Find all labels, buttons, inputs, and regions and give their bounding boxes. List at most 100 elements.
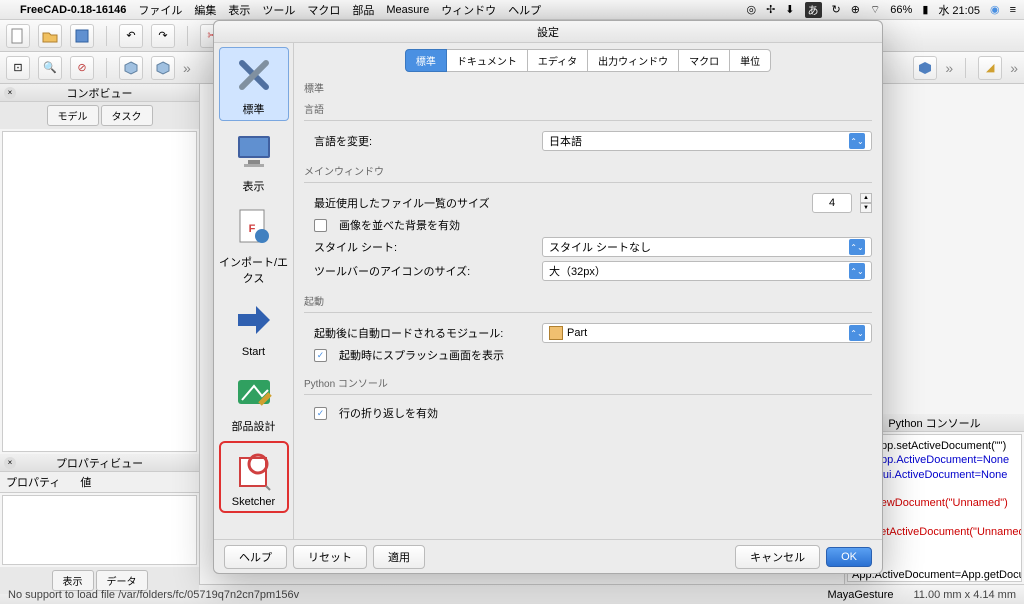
language-select[interactable]: 日本語⌃⌄ <box>542 131 872 151</box>
status-icon[interactable]: ✢ <box>766 3 775 16</box>
category-import[interactable]: Fインポート/エクス <box>219 201 289 289</box>
left-panel: × コンボビュー モデル タスク × プロパティビュー プロパティ値 表示 デー… <box>0 84 200 584</box>
reset-button[interactable]: リセット <box>293 545 367 569</box>
category-sketcher[interactable]: Sketcher <box>219 441 289 513</box>
preferences-dialog: 設定 標準表示Fインポート/エクスStart部品設計Sketcher 標準ドキュ… <box>213 20 883 574</box>
new-doc-button[interactable] <box>6 24 30 48</box>
iconsize-select[interactable]: 大（32px）⌃⌄ <box>542 261 872 281</box>
tools-icon <box>230 51 278 99</box>
property-grid[interactable] <box>2 495 197 565</box>
battery-icon[interactable]: ▮ <box>922 3 928 16</box>
menu-part[interactable]: 部品 <box>352 2 374 18</box>
import-icon: F <box>230 204 278 252</box>
user-icon[interactable]: ◉ <box>990 3 1000 16</box>
sync-icon[interactable]: ↻ <box>832 3 841 16</box>
iconsize-label: ツールバーのアイコンのサイズ: <box>314 263 534 279</box>
arrow-icon <box>230 296 278 344</box>
menu-edit[interactable]: 編集 <box>194 2 216 18</box>
stylesheet-select[interactable]: スタイル シートなし⌃⌄ <box>542 237 872 257</box>
redo-button[interactable]: ↷ <box>151 24 175 48</box>
nav-style[interactable]: MayaGesture <box>827 589 893 601</box>
save-button[interactable] <box>70 24 94 48</box>
splash-checkbox[interactable] <box>314 349 327 362</box>
property-view-title: × プロパティビュー <box>0 454 199 472</box>
style-label: スタイル シート: <box>314 239 534 255</box>
cancel-button[interactable]: キャンセル <box>735 545 820 569</box>
measure-button[interactable]: ◢ <box>978 56 1002 80</box>
group-python: Python コンソール <box>304 375 872 390</box>
recent-stepper[interactable]: ▲▼ <box>860 193 872 213</box>
monitor-icon <box>230 128 278 176</box>
sketcher-icon <box>230 446 278 494</box>
menu-window[interactable]: ウィンドウ <box>441 2 496 18</box>
combo-view-title: × コンボビュー <box>0 84 199 102</box>
partdesign-icon <box>230 368 278 416</box>
wifi-icon[interactable]: ⌔ <box>870 3 880 17</box>
front-view-button[interactable] <box>151 56 175 80</box>
notif-icon[interactable]: ≡ <box>1010 4 1016 16</box>
recent-label: 最近使用したファイル一覧のサイズ <box>314 195 534 211</box>
group-language: 言語 <box>304 101 872 116</box>
seg-tab-2[interactable]: エディタ <box>528 49 588 72</box>
mac-menubar: FreeCAD-0.18-16146 ファイル 編集 表示 ツール マクロ 部品… <box>0 0 1024 20</box>
help-button[interactable]: ヘルプ <box>224 545 287 569</box>
splash-label: 起動時にスプラッシュ画面を表示 <box>339 347 504 363</box>
category-sidebar[interactable]: 標準表示Fインポート/エクスStart部品設計Sketcher <box>214 43 294 539</box>
zoom-button[interactable]: 🔍 <box>38 56 62 80</box>
segment-tabs: 標準ドキュメントエディタ出力ウィンドウマクロ単位 <box>304 49 872 72</box>
category-monitor[interactable]: 表示 <box>219 125 289 197</box>
menu-view[interactable]: 表示 <box>228 2 250 18</box>
status-dimensions: 11.00 mm x 4.14 mm <box>914 589 1017 601</box>
toolbar-more[interactable]: » <box>183 60 191 76</box>
tiled-bg-checkbox[interactable] <box>314 219 327 232</box>
dropbox-icon[interactable]: ⬇ <box>785 3 794 16</box>
bluetooth-icon[interactable]: ⊕ <box>851 3 860 16</box>
menu-tools[interactable]: ツール <box>262 2 295 18</box>
menu-file[interactable]: ファイル <box>138 2 182 18</box>
svg-text:F: F <box>248 223 255 235</box>
settings-pane: 標準ドキュメントエディタ出力ウィンドウマクロ単位 標準 言語 言語を変更: 日本… <box>294 43 882 539</box>
category-tools[interactable]: 標準 <box>219 47 289 121</box>
wrap-label: 行の折り返しを有効 <box>339 405 438 421</box>
tab-model[interactable]: モデル <box>47 105 99 126</box>
toolbar-more[interactable]: » <box>945 60 953 76</box>
seg-tab-5[interactable]: 単位 <box>730 49 771 72</box>
dialog-title: 設定 <box>214 21 882 43</box>
apply-button[interactable]: 適用 <box>373 545 425 569</box>
tree-view[interactable] <box>2 131 197 452</box>
group-startup: 起動 <box>304 293 872 308</box>
category-arrow[interactable]: Start <box>219 293 289 361</box>
seg-tab-0[interactable]: 標準 <box>405 49 447 72</box>
undo-button[interactable]: ↶ <box>119 24 143 48</box>
group-mainwindow: メインウィンドウ <box>304 163 872 178</box>
seg-tab-4[interactable]: マクロ <box>679 49 730 72</box>
menu-help[interactable]: ヘルプ <box>508 2 541 18</box>
wrap-checkbox[interactable] <box>314 407 327 420</box>
clock[interactable]: 水 21:05 <box>938 2 980 18</box>
nodraw-button[interactable]: ⊘ <box>70 56 94 80</box>
tiled-bg-label: 画像を並べた背景を有効 <box>339 217 460 233</box>
open-button[interactable] <box>38 24 62 48</box>
autoload-select[interactable]: Part⌃⌄ <box>542 323 872 343</box>
ime-icon[interactable]: あ <box>805 2 822 18</box>
seg-tab-1[interactable]: ドキュメント <box>447 49 528 72</box>
battery-pct: 66% <box>890 4 912 16</box>
recent-files-count[interactable]: 4 <box>812 193 852 213</box>
seg-tab-3[interactable]: 出力ウィンドウ <box>588 49 679 72</box>
ok-button[interactable]: OK <box>826 547 872 567</box>
menu-measure[interactable]: Measure <box>386 4 429 16</box>
property-columns: プロパティ値 <box>0 472 199 493</box>
zoom-fit-button[interactable]: ⊡ <box>6 56 30 80</box>
status-icon[interactable]: ◎ <box>746 3 756 16</box>
category-partdesign[interactable]: 部品設計 <box>219 365 289 437</box>
tab-task[interactable]: タスク <box>101 105 153 126</box>
autoload-label: 起動後に自動ロードされるモジュール: <box>314 325 534 341</box>
iso-view-button[interactable] <box>119 56 143 80</box>
menu-macro[interactable]: マクロ <box>307 2 340 18</box>
lang-label: 言語を変更: <box>314 133 534 149</box>
app-name[interactable]: FreeCAD-0.18-16146 <box>20 4 126 16</box>
close-icon[interactable]: × <box>4 457 16 469</box>
toolbar-more[interactable]: » <box>1010 60 1018 76</box>
box-button[interactable] <box>913 56 937 80</box>
close-icon[interactable]: × <box>4 87 16 99</box>
